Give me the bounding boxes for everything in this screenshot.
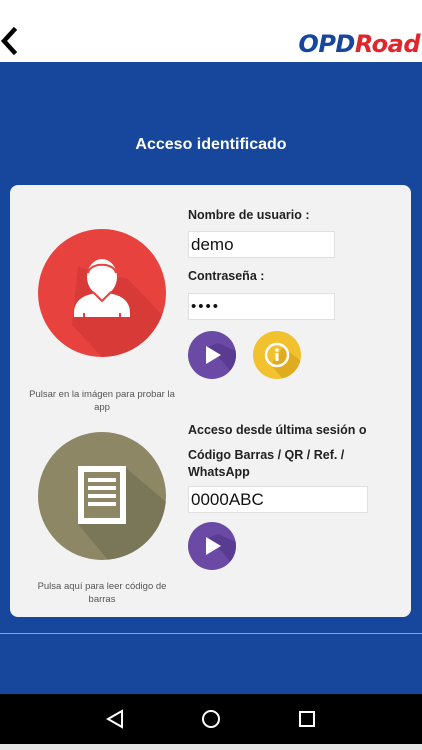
user-avatar-icon [72,259,166,357]
code-submit-button[interactable] [188,522,236,570]
avatar-caption: Pulsar en la imágen para probar la app [29,389,175,413]
system-nav-bar [0,694,422,744]
app-header: OPDRoad [0,0,422,62]
username-field[interactable]: demo [188,231,335,258]
document-icon [78,466,166,560]
bottom-strip [0,744,422,750]
opdroad-logo: OPDRoad [298,30,420,58]
triangle-back-icon [105,709,123,729]
chevron-left-icon [0,26,18,56]
codes-label: Código Barras / QR / Ref. / WhatsApp [188,448,345,479]
back-button[interactable] [0,26,22,56]
username-label: Nombre de usuario : [188,208,310,222]
barcode-scan-button[interactable] [38,432,166,560]
barcode-caption: Pulsa aquí para leer código de barras [37,581,167,605]
system-recent-button[interactable] [292,704,322,734]
square-recent-icon [299,711,315,727]
password-field[interactable]: •••• [188,293,335,320]
page-title: Acceso identificado [135,136,287,153]
password-label: Contraseña : [188,269,265,283]
divider [0,633,422,634]
code-field[interactable]: 0000ABC [188,486,368,513]
circle-home-icon [202,710,220,728]
play-icon [206,343,236,379]
demo-avatar-button[interactable] [38,229,166,357]
login-submit-button[interactable] [188,331,236,379]
info-button[interactable] [253,331,301,379]
last-session-label: Acceso desde última sesión o [188,423,367,437]
system-home-button[interactable] [196,704,226,734]
play-icon [206,534,236,570]
info-icon [264,342,301,379]
system-back-button[interactable] [100,704,130,734]
